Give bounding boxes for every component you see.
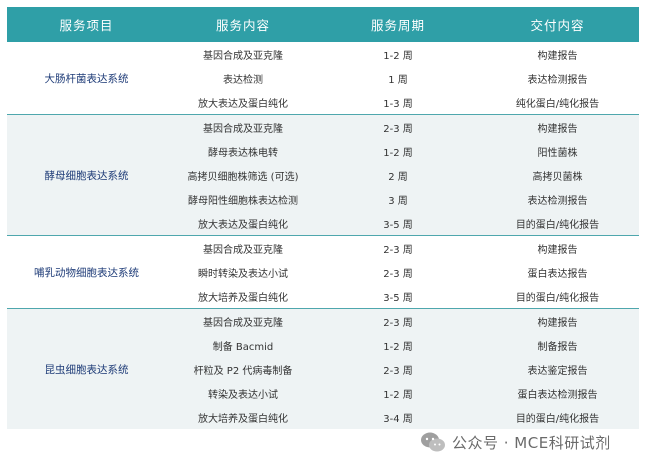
service-period-cell: 3-4 周 [320, 405, 476, 429]
delivery-cell: 蛋白表达报告 [476, 260, 639, 284]
service-period-cell: 3 周 [320, 187, 476, 211]
header-service-content: 服务内容 [166, 7, 320, 42]
service-content-cell: 杆粒及 P2 代病毒制备 [166, 357, 320, 381]
service-period-cell: 2-3 周 [320, 235, 476, 260]
delivery-cell: 表达检测报告 [476, 66, 639, 90]
delivery-cell: 蛋白表达检测报告 [476, 381, 639, 405]
service-period-cell: 2 周 [320, 163, 476, 187]
service-period-cell: 1-2 周 [320, 42, 476, 66]
service-content-cell: 瞬时转染及表达小试 [166, 260, 320, 284]
header-delivery-content: 交付内容 [476, 7, 639, 42]
system-name: 酵母细胞表达系统 [7, 114, 166, 236]
table-row: 大肠杆菌表达系统 基因合成及亚克隆 1-2 周 构建报告 [7, 42, 639, 115]
wechat-icon [421, 432, 445, 452]
service-period-cell: 3-5 周 [320, 211, 476, 236]
delivery-cell: 高拷贝菌株 [476, 163, 639, 187]
service-period-cell: 1-2 周 [320, 381, 476, 405]
service-content-cell: 转染及表达小试 [166, 381, 320, 405]
delivery-cell: 目的蛋白/纯化报告 [476, 284, 639, 309]
delivery-cell: 目的蛋白/纯化报告 [476, 211, 639, 236]
service-content-cell: 放大培养及蛋白纯化 [166, 284, 320, 309]
delivery-cell: 制备报告 [476, 333, 639, 357]
delivery-cell: 表达鉴定报告 [476, 357, 639, 381]
service-content-cell: 酵母表达株电转 [166, 139, 320, 163]
service-content-cell: 高拷贝细胞株筛选 (可选) [166, 163, 320, 187]
system-name: 哺乳动物细胞表达系统 [7, 235, 166, 309]
service-content-cell: 酵母阳性细胞株表达检测 [166, 187, 320, 211]
service-period-cell: 2-3 周 [320, 357, 476, 381]
delivery-cell: 阳性菌株 [476, 139, 639, 163]
header-service-item: 服务项目 [7, 7, 166, 42]
delivery-cell: 表达检测报告 [476, 187, 639, 211]
service-period-cell: 1-3 周 [320, 90, 476, 115]
service-content-cell: 基因合成及亚克隆 [166, 114, 320, 139]
service-period-cell: 1-2 周 [320, 139, 476, 163]
service-table-container: 服务项目 服务内容 服务周期 交付内容 大肠杆菌表达系统 基因合成及亚克隆 1-… [7, 7, 639, 429]
wechat-watermark: 公众号 · MCE科研试剂 [420, 427, 646, 457]
service-content-cell: 基因合成及亚克隆 [166, 42, 320, 66]
watermark-text: 公众号 · MCE科研试剂 [452, 433, 611, 452]
service-content-cell: 表达检测 [166, 66, 320, 90]
service-period-cell: 1-2 周 [320, 333, 476, 357]
service-content-cell: 放大表达及蛋白纯化 [166, 90, 320, 115]
delivery-cell: 构建报告 [476, 42, 639, 66]
service-table: 服务项目 服务内容 服务周期 交付内容 大肠杆菌表达系统 基因合成及亚克隆 1-… [7, 7, 639, 429]
delivery-cell: 构建报告 [476, 308, 639, 333]
table-row: 酵母细胞表达系统 基因合成及亚克隆 2-3 周 构建报告 [7, 114, 639, 236]
delivery-cell: 构建报告 [476, 114, 639, 139]
table-header-row: 服务项目 服务内容 服务周期 交付内容 [7, 7, 639, 42]
service-period-cell: 2-3 周 [320, 114, 476, 139]
delivery-cell: 目的蛋白/纯化报告 [476, 405, 639, 429]
service-content-cell: 放大培养及蛋白纯化 [166, 405, 320, 429]
system-name: 昆虫细胞表达系统 [7, 308, 166, 429]
service-period-cell: 2-3 周 [320, 260, 476, 284]
service-period-cell: 3-5 周 [320, 284, 476, 309]
service-period-cell: 2-3 周 [320, 308, 476, 333]
delivery-cell: 构建报告 [476, 235, 639, 260]
service-content-cell: 制备 Bacmid [166, 333, 320, 357]
table-row: 哺乳动物细胞表达系统 基因合成及亚克隆 2-3 周 构建报告 [7, 235, 639, 309]
delivery-cell: 纯化蛋白/纯化报告 [476, 90, 639, 115]
service-content-cell: 基因合成及亚克隆 [166, 308, 320, 333]
header-service-period: 服务周期 [320, 7, 476, 42]
service-period-cell: 1 周 [320, 66, 476, 90]
table-row: 昆虫细胞表达系统 基因合成及亚克隆 2-3 周 构建报告 [7, 308, 639, 429]
system-name: 大肠杆菌表达系统 [7, 42, 166, 115]
service-content-cell: 基因合成及亚克隆 [166, 235, 320, 260]
service-content-cell: 放大表达及蛋白纯化 [166, 211, 320, 236]
